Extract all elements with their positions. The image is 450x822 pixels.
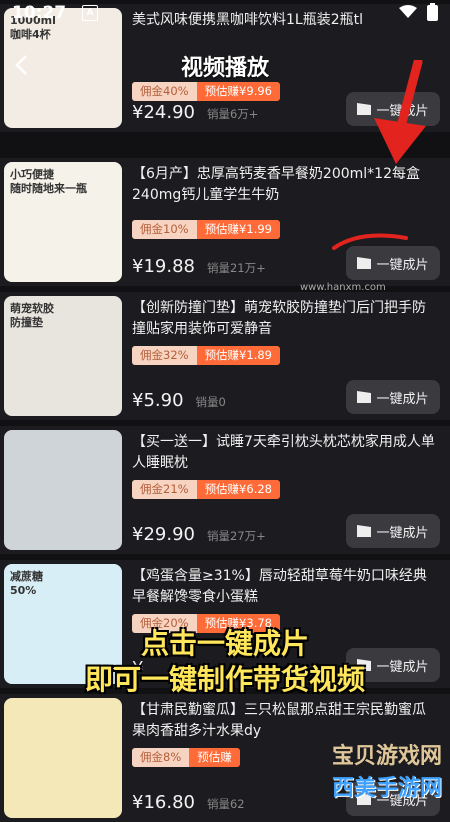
product-card[interactable]: 小巧便捷 随时随地来一瓶 【6月产】忠厚高钙麦香早餐奶200ml*12每盒240m… [0,158,450,286]
estimated-earnings-badge: 预估赚¥9.96 [196,82,280,101]
thumbnail-caption: 减蔗糖 50% [10,570,43,597]
clapperboard-icon [357,391,372,403]
sales-count: 销量62 [206,797,245,811]
product-card[interactable]: 萌宠软胶 防撞垫 【创新防撞门垫】萌宠软胶防撞垫门后门把手防撞贴家用装饰可爱静音佣… [0,292,450,420]
watermark-line-2: 西美手游网 [331,776,442,801]
commission-badge: 佣金40% [132,82,197,101]
commission-tags: 佣金32% 预估赚¥1.89 [132,346,280,365]
commission-tags: 佣金40% 预估赚¥9.96 [132,82,280,101]
product-title[interactable]: 【6月产】忠厚高钙麦香早餐奶200ml*12每盒240mg钙儿童学生牛奶 [132,164,438,206]
product-thumbnail[interactable]: 小巧便捷 随时随地来一瓶 [4,162,122,282]
wifi-icon [399,5,417,18]
watermark-line-1: 宝贝游戏网 [331,744,442,769]
notification-app-icon: A [82,5,99,21]
commission-badge: 佣金8% [132,748,190,767]
product-thumbnail[interactable] [4,698,122,818]
site-url-watermark: www.hanxm.com [300,282,386,293]
one-click-video-button[interactable]: 一键成片 [346,380,440,414]
estimated-earnings-badge: 预估赚 [189,748,240,767]
product-thumbnail[interactable] [4,430,122,550]
commission-tags: 佣金10% 预估赚¥1.99 [132,220,280,239]
clapperboard-icon [357,525,372,537]
sales-count: 销量27万+ [206,529,266,543]
sales-count: 销量6万+ [206,107,259,121]
price-row: ¥16.80 销量62 [132,792,245,813]
commission-badge: 佣金21% [132,480,197,499]
site-watermark: 宝贝游戏网 西美手游网 [332,738,442,802]
status-bar: 10:27 A [0,0,450,26]
status-time: 10:27 [12,3,67,23]
product-price: ¥5.90 [132,390,184,411]
price-row: ¥19.88 销量21万+ [132,256,266,277]
caption-line-2: 即可一键制作带货视频 [84,663,365,696]
product-price: ¥29.90 [132,524,195,545]
estimated-earnings-badge: 预估赚¥6.28 [196,480,280,499]
price-row: ¥24.90 销量6万+ [132,102,258,123]
price-row: ¥5.90 销量0 [132,390,226,411]
product-thumbnail[interactable]: 萌宠软胶 防撞垫 [4,296,122,416]
button-label: 一键成片 [376,257,429,273]
product-title[interactable]: 【买一送一】试睡7天牵引枕头枕芯枕家用成人单人睡眠枕 [132,432,438,474]
one-click-video-button[interactable]: 一键成片 [346,514,440,548]
product-price: ¥16.80 [132,792,195,813]
button-label: 一键成片 [376,525,429,541]
caption-line-1: 点击一键成片 [140,627,309,660]
battery-icon [427,3,438,21]
commission-tags: 佣金8% 预估赚 [132,748,240,767]
commission-badge: 佣金10% [132,220,197,239]
product-title[interactable]: 【鸡蛋含量≥31%】唇动轻甜草莓牛奶口味经典早餐解馋零食小蛋糕 [132,566,438,608]
clapperboard-icon [357,257,372,269]
button-label: 一键成片 [376,391,429,407]
thumbnail-caption: 萌宠软胶 防撞垫 [10,302,54,329]
product-title[interactable]: 【创新防撞门垫】萌宠软胶防撞垫门后门把手防撞贴家用装饰可爱静音 [132,298,438,340]
product-price: ¥24.90 [132,102,195,123]
red-arrow-icon [374,60,426,164]
product-price: ¥19.88 [132,256,195,277]
sales-count: 销量21万+ [206,261,266,275]
red-swoosh-mark [332,233,408,250]
product-card[interactable]: 【买一送一】试睡7天牵引枕头枕芯枕家用成人单人睡眠枕佣金21% 预估赚¥6.28 ¥… [0,426,450,554]
product-title[interactable]: 【甘肃民勤蜜瓜】三只松鼠那点甜王宗民勤蜜瓜果肉香甜多汁水果dy [132,700,438,742]
status-icons [399,3,438,21]
sales-count: 销量0 [195,395,226,409]
price-row: ¥29.90 销量27万+ [132,524,266,545]
estimated-earnings-badge: 预估赚¥1.89 [196,346,280,365]
commission-badge: 佣金32% [132,346,197,365]
thumbnail-caption: 小巧便捷 随时随地来一瓶 [10,168,87,195]
commission-tags: 佣金21% 预估赚¥6.28 [132,480,280,499]
estimated-earnings-badge: 预估赚¥1.99 [196,220,280,239]
